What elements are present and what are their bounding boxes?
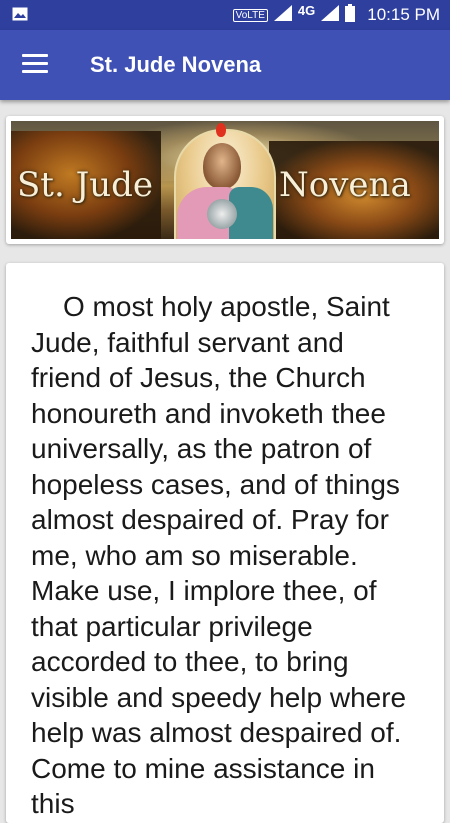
banner-card: St. Jude Novena: [6, 116, 444, 244]
image-icon: [12, 7, 28, 21]
clock: 10:15 PM: [367, 5, 440, 24]
network-type: 4G: [297, 2, 316, 18]
flame-icon: [216, 123, 226, 137]
banner-title-left: St. Jude: [17, 165, 153, 205]
signal-icon: [273, 4, 292, 26]
battery-icon: [345, 3, 356, 27]
medallion-icon: [207, 199, 237, 229]
volte-indicator: VoLTE: [232, 8, 268, 22]
hamburger-menu-icon[interactable]: [22, 54, 48, 76]
banner-image: St. Jude Novena: [11, 121, 439, 239]
prayer-text: O most holy apostle, Saint Jude, faithfu…: [31, 291, 407, 819]
signal-icon-2: [321, 4, 340, 26]
prayer-card: O most holy apostle, Saint Jude, faithfu…: [6, 263, 444, 823]
saint-portrait: [203, 143, 241, 189]
banner-title-right: Novena: [279, 165, 411, 205]
status-bar: VoLTE 4G 10:15 PM: [0, 0, 450, 30]
app-bar: St. Jude Novena: [0, 30, 450, 100]
page-title: St. Jude Novena: [90, 52, 262, 77]
